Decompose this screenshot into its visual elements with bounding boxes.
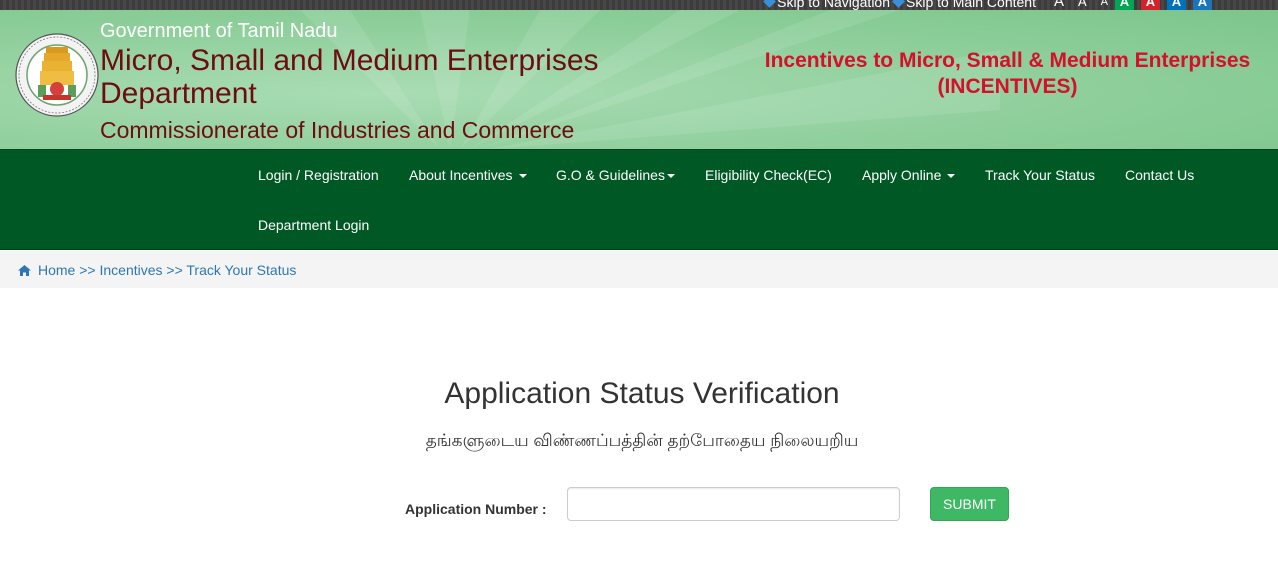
font-size-small-button[interactable]: A (1101, 0, 1108, 8)
skip-to-main-link[interactable]: Skip to Main Content (892, 0, 1036, 10)
font-size-large-button[interactable]: A (1054, 0, 1064, 10)
nav-go-guidelines-label: G.O & Guidelines (556, 167, 665, 183)
nav-eligibility-check-label: Eligibility Check(EC) (705, 167, 832, 183)
page-subtitle-tamil: தங்களுடைய விண்ணப்பத்தின் தற்போதைய நிலையற… (425, 431, 859, 450)
caret-down-icon (947, 174, 956, 179)
nav-department-login-label: Department Login (258, 217, 370, 233)
nav-about-incentives[interactable]: About Incentives (409, 150, 527, 200)
home-icon[interactable] (18, 265, 31, 276)
nav-apply-online[interactable]: Apply Online (862, 150, 956, 200)
theme-blue-button[interactable]: A (1167, 0, 1186, 10)
nav-login-registration-label: Login / Registration (258, 167, 379, 183)
skip-to-navigation-label: Skip to Navigation (777, 0, 890, 10)
utility-links: Skip to Navigation Skip to Main Content … (763, 0, 1212, 10)
skip-to-navigation-link[interactable]: Skip to Navigation (763, 0, 890, 10)
diamond-icon (763, 0, 777, 8)
nav-login-registration[interactable]: Login / Registration (258, 150, 379, 200)
application-number-input[interactable] (567, 487, 900, 521)
breadcrumb: Home >> Incentives >> Track Your Status (0, 251, 1278, 288)
department-name: Micro, Small and Medium Enterprises Depa… (100, 44, 599, 110)
submit-button[interactable]: SUBMIT (930, 487, 1009, 521)
nav-track-your-status[interactable]: Track Your Status (985, 150, 1095, 200)
nav-department-login[interactable]: Department Login (258, 200, 369, 250)
caret-down-icon (666, 174, 675, 179)
nav-apply-online-label: Apply Online (862, 167, 942, 183)
utility-bar: Skip to Navigation Skip to Main Content … (0, 0, 1278, 10)
scheme-title-line2: (INCENTIVES) (937, 75, 1078, 98)
site-header: Government of Tamil Nadu Micro, Small an… (0, 10, 1278, 149)
nav-contact-us-label: Contact Us (1125, 167, 1195, 183)
nav-about-incentives-label: About Incentives (409, 167, 513, 183)
theme-green-button[interactable]: A (1115, 0, 1134, 10)
nav-eligibility-check[interactable]: Eligibility Check(EC) (705, 150, 832, 200)
nav-contact-us[interactable]: Contact Us (1125, 150, 1194, 200)
scheme-title-line1: Incentives to Micro, Small & Medium Ente… (764, 49, 1251, 72)
government-name: Government of Tamil Nadu (100, 20, 338, 42)
theme-default-button[interactable]: A (1193, 0, 1212, 10)
commissionerate-name: Commissionerate of Industries and Commer… (100, 117, 575, 143)
page-title: Application Status Verification (444, 377, 840, 410)
diamond-icon (892, 0, 905, 8)
caret-down-icon (518, 174, 527, 179)
main-navigation: Login / Registration About Incentives G.… (0, 149, 1278, 250)
skip-to-main-label: Skip to Main Content (906, 0, 1036, 10)
scheme-title: Incentives to Micro, Small & Medium Ente… (745, 48, 1270, 100)
application-number-label: Application Number : (405, 501, 547, 517)
nav-track-your-status-label: Track Your Status (985, 167, 1095, 183)
tamil-nadu-emblem-icon (15, 33, 99, 117)
font-size-normal-button[interactable]: A (1078, 0, 1087, 9)
breadcrumb-links[interactable]: Home >> Incentives >> Track Your Status (38, 262, 296, 278)
nav-go-guidelines[interactable]: G.O & Guidelines (556, 150, 675, 200)
page: Skip to Navigation Skip to Main Content … (0, 0, 1278, 573)
theme-red-button[interactable]: A (1141, 0, 1160, 10)
